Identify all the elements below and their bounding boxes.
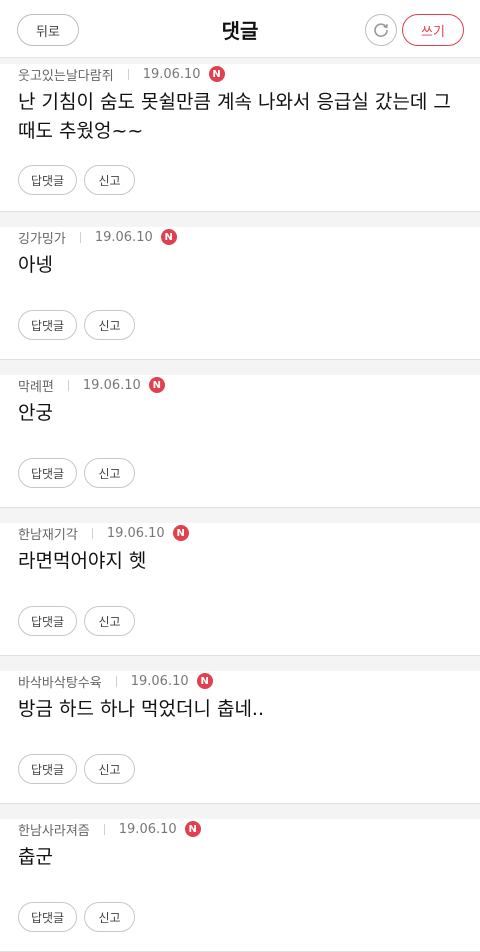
comment-text: 라면먹어야지 헷 — [18, 550, 147, 572]
comment-actions: 답댓글 신고 — [18, 458, 135, 488]
report-button[interactable]: 신고 — [84, 754, 135, 784]
report-button[interactable]: 신고 — [84, 606, 135, 636]
comment-author[interactable]: 깅가밍가 — [18, 228, 66, 247]
report-button[interactable]: 신고 — [84, 165, 135, 195]
meta-divider — [127, 68, 129, 80]
reply-button[interactable]: 답댓글 — [18, 754, 77, 784]
comment-meta: 막례편 19.06.10 N — [18, 375, 462, 395]
reply-button[interactable]: 답댓글 — [18, 310, 77, 340]
comment-item: 깅가밍가 19.06.10 N 아넹 답댓글 신고 — [0, 227, 480, 360]
meta-divider — [79, 231, 81, 243]
reply-button[interactable]: 답댓글 — [18, 902, 77, 932]
new-badge: N — [148, 377, 165, 393]
comment-author[interactable]: 바삭바삭탕수육 — [18, 672, 102, 691]
comment-text: 춥군 — [18, 846, 53, 868]
comment-actions: 답댓글 신고 — [18, 165, 135, 195]
comment-text: 난 기침이 숨도 못쉴만큼 계속 나와서 응급실 갔는데 그때도 추웠엉~~ — [18, 91, 451, 142]
report-button[interactable]: 신고 — [84, 458, 135, 488]
top-bar: 뒤로 댓글 쓰기 — [0, 0, 480, 58]
comment-meta: 웃고있는날다람쥐 19.06.10 N — [18, 64, 462, 84]
comment-item: 한남사라져즘 19.06.10 N 춥군 답댓글 신고 — [0, 819, 480, 952]
refresh-button[interactable] — [365, 14, 397, 46]
new-badge: N — [160, 229, 177, 245]
comment-item: 바삭바삭탕수육 19.06.10 N 방금 하드 하나 먹었더니 춥네.. 답댓… — [0, 671, 480, 804]
reply-button[interactable]: 답댓글 — [18, 458, 77, 488]
new-badge: N — [196, 673, 213, 689]
comment-item: 웃고있는날다람쥐 19.06.10 N 난 기침이 숨도 못쉴만큼 계속 나와서… — [0, 64, 480, 212]
comment-meta: 바삭바삭탕수육 19.06.10 N — [18, 671, 462, 691]
comment-date: 19.06.10 — [118, 821, 177, 837]
comment-date: 19.06.10 — [106, 525, 165, 541]
comment-meta: 깅가밍가 19.06.10 N — [18, 227, 462, 247]
new-badge: N — [184, 821, 201, 837]
refresh-icon — [374, 23, 388, 37]
comment-date: 19.06.10 — [82, 377, 141, 393]
reply-button[interactable]: 답댓글 — [18, 606, 77, 636]
comment-actions: 답댓글 신고 — [18, 754, 135, 784]
new-badge: N — [208, 66, 225, 82]
comment-actions: 답댓글 신고 — [18, 902, 135, 932]
comment-text: 방금 하드 하나 먹었더니 춥네.. — [18, 698, 264, 720]
comment-author[interactable]: 막례편 — [18, 376, 54, 395]
comment-date: 19.06.10 — [142, 66, 201, 82]
back-button[interactable]: 뒤로 — [17, 14, 79, 46]
report-button[interactable]: 신고 — [84, 310, 135, 340]
meta-divider — [67, 379, 69, 391]
new-badge: N — [172, 525, 189, 541]
meta-divider — [103, 823, 105, 835]
reply-button[interactable]: 답댓글 — [18, 165, 77, 195]
comment-list: 웃고있는날다람쥐 19.06.10 N 난 기침이 숨도 못쉴만큼 계속 나와서… — [0, 58, 480, 952]
comment-meta: 한남재기각 19.06.10 N — [18, 523, 462, 543]
comment-text: 안궁 — [18, 402, 53, 424]
comment-actions: 답댓글 신고 — [18, 310, 135, 340]
comment-item: 막례편 19.06.10 N 안궁 답댓글 신고 — [0, 375, 480, 508]
comment-text: 아넹 — [18, 254, 53, 276]
comment-author[interactable]: 한남재기각 — [18, 524, 78, 543]
comment-date: 19.06.10 — [94, 229, 153, 245]
comment-meta: 한남사라져즘 19.06.10 N — [18, 819, 462, 839]
comment-author[interactable]: 한남사라져즘 — [18, 820, 90, 839]
report-button[interactable]: 신고 — [84, 902, 135, 932]
comment-date: 19.06.10 — [130, 673, 189, 689]
comment-item: 한남재기각 19.06.10 N 라면먹어야지 헷 답댓글 신고 — [0, 523, 480, 656]
write-button[interactable]: 쓰기 — [402, 14, 464, 46]
comment-author[interactable]: 웃고있는날다람쥐 — [18, 65, 114, 84]
meta-divider — [115, 675, 117, 687]
meta-divider — [91, 527, 93, 539]
comment-actions: 답댓글 신고 — [18, 606, 135, 636]
